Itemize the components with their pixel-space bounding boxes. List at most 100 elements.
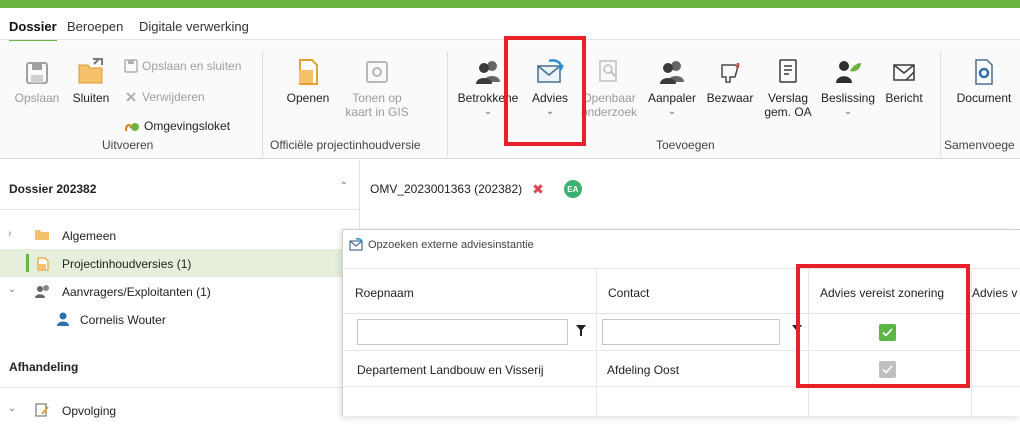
aanpaler-label: Aanpaler — [647, 91, 697, 105]
delete-label: Verwijderen — [142, 90, 205, 104]
column-header-advies-v[interactable]: Advies v — [971, 268, 1020, 314]
tree-item-opvolging[interactable]: ⌄ Opvolging — [0, 396, 345, 424]
close-label: Sluiten — [72, 91, 110, 105]
bericht-label: Bericht — [885, 91, 923, 105]
message-envelope-icon — [893, 64, 915, 81]
tree-item-cornelis-wouter[interactable]: Cornelis Wouter — [0, 305, 345, 333]
tree-item-label: Projectinhoudversies (1) — [62, 257, 192, 271]
open-button[interactable]: Openen — [280, 57, 336, 105]
map-gis-icon — [366, 61, 388, 83]
tab-digitale-verwerking[interactable]: Digitale verwerking — [139, 19, 249, 34]
verslag-label-1: Verslag — [767, 91, 809, 105]
show-on-map-label-1: Tonen op — [352, 91, 402, 105]
group-label-officiele: Officiële projectinhoudversie — [270, 138, 421, 152]
tree-item-aanvragers[interactable]: ⌄ Aanvragers/Exploitanten (1) — [0, 277, 345, 305]
delete-button[interactable]: Verwijderen — [124, 90, 205, 104]
users-icon — [476, 61, 500, 84]
show-on-map-button[interactable]: Tonen op kaart in GIS — [342, 57, 412, 119]
chevron-down-icon: ⌄ — [843, 106, 853, 117]
document-tab[interactable]: OMV_2023001363 (202382) ✖ EA — [370, 174, 582, 204]
document-label: Document — [956, 91, 1012, 105]
close-button[interactable]: Sluiten — [66, 55, 116, 105]
document-tab-label: OMV_2023001363 (202382) — [370, 182, 523, 196]
chevron-down-icon[interactable]: ⌄ — [8, 284, 16, 295]
verslag-label-2: gem. OA — [764, 105, 812, 119]
tab-dossier[interactable]: Dossier — [9, 19, 57, 43]
openbaar-label-2: onderzoek — [580, 105, 638, 119]
openbaar-label-1: Openbaar — [582, 91, 636, 105]
open-label: Openen — [286, 91, 330, 105]
document-gear-icon — [975, 59, 993, 85]
afhandeling-header[interactable]: Afhandeling — [0, 346, 360, 388]
floppy-disk-icon — [26, 62, 48, 84]
omgevingsloket-label: Omgevingsloket — [144, 119, 231, 133]
chevron-down-icon[interactable]: ⌄ — [8, 403, 16, 414]
cell-contact: Afdeling Oost — [607, 363, 680, 377]
document-open-icon — [299, 59, 318, 85]
group-label-samenvoegen: Samenvoege — [944, 138, 1015, 152]
left-navigation-panel: Dossier 202382 ⌃ › Algemeen Projectinhou… — [0, 160, 360, 418]
search-document-icon — [599, 60, 617, 82]
column-header-roepnaam[interactable]: Roepnaam — [343, 268, 596, 314]
dossier-title: Dossier 202382 — [9, 182, 97, 196]
tree-item-label: Aanvragers/Exploitanten (1) — [62, 285, 211, 299]
group-separator — [262, 51, 263, 157]
openbaar-onderzoek-button[interactable]: Openbaar onderzoek — [578, 57, 640, 119]
report-icon — [779, 59, 797, 83]
save-and-close-button[interactable]: Opslaan en sluiten — [124, 59, 241, 73]
column-divider — [971, 268, 972, 416]
roepnaam-filter-input[interactable] — [357, 319, 568, 345]
save-label: Opslaan — [14, 91, 60, 105]
neighbours-icon — [660, 61, 684, 84]
expand-arrow-icon[interactable]: › — [8, 228, 11, 239]
contact-filter-input[interactable] — [602, 319, 780, 345]
document-button[interactable]: Document — [950, 57, 1018, 105]
bericht-button[interactable]: Bericht — [880, 57, 928, 105]
verslag-button[interactable]: Verslag gem. OA — [760, 57, 816, 119]
tree-item-label: Algemeen — [62, 229, 117, 243]
objection-thumb-icon — [721, 63, 740, 83]
person-icon — [57, 312, 69, 326]
group-separator — [940, 51, 941, 157]
column-divider — [596, 268, 597, 416]
save-close-icon — [124, 59, 138, 73]
decision-icon — [836, 61, 861, 83]
chevron-up-icon[interactable]: ⌃ — [340, 181, 348, 192]
bezwaar-button[interactable]: Bezwaar — [702, 57, 758, 105]
zonering-highlight-box — [796, 264, 970, 388]
bezwaar-label: Bezwaar — [706, 91, 754, 105]
show-on-map-label-2: kaart in GIS — [345, 105, 409, 119]
cell-roepnaam: Departement Landbouw en Visserij — [357, 363, 544, 377]
chevron-down-icon: ⌄ — [667, 106, 677, 117]
status-badge: EA — [563, 180, 582, 198]
advies-highlight-box — [504, 36, 586, 146]
tree-item-algemeen[interactable]: › Algemeen — [0, 221, 345, 249]
tree-item-projectinhoudversies[interactable]: Projectinhoudversies (1) — [0, 249, 345, 277]
column-header-contact[interactable]: Contact — [596, 268, 808, 314]
dialog-title-text: Opzoeken externe adviesinstantie — [368, 239, 534, 251]
save-and-close-label: Opslaan en sluiten — [142, 59, 242, 73]
top-accent-bar — [0, 0, 1020, 8]
beslissing-label: Beslissing — [820, 91, 876, 105]
lookup-icon — [349, 238, 363, 251]
delete-x-icon — [126, 92, 136, 102]
tab-beroepen[interactable]: Beroepen — [67, 19, 123, 34]
dossier-header[interactable]: Dossier 202382 ⌃ — [0, 168, 360, 210]
group-label-uitvoeren: Uitvoeren — [102, 138, 154, 152]
aanpaler-button[interactable]: Aanpaler ⌄ — [642, 57, 702, 117]
document-version-icon — [37, 257, 49, 271]
users-icon — [35, 285, 49, 298]
folder-icon — [35, 230, 49, 240]
afhandeling-title: Afhandeling — [9, 360, 79, 374]
save-button[interactable]: Opslaan — [12, 57, 62, 105]
dialog-title: Opzoeken externe adviesinstantie — [349, 238, 534, 252]
close-tab-icon[interactable]: ✖ — [532, 181, 544, 198]
tree-item-label: Cornelis Wouter — [80, 313, 166, 327]
beslissing-button[interactable]: Beslissing ⌄ — [816, 57, 880, 117]
omgevingsloket-button[interactable]: Omgevingsloket — [124, 119, 230, 133]
group-label-toevoegen: Toevoegen — [656, 138, 715, 152]
filter-funnel-icon[interactable] — [576, 325, 586, 336]
group-separator — [447, 51, 448, 157]
omgevingsloket-icon — [125, 123, 139, 132]
folder-close-icon — [78, 58, 103, 84]
